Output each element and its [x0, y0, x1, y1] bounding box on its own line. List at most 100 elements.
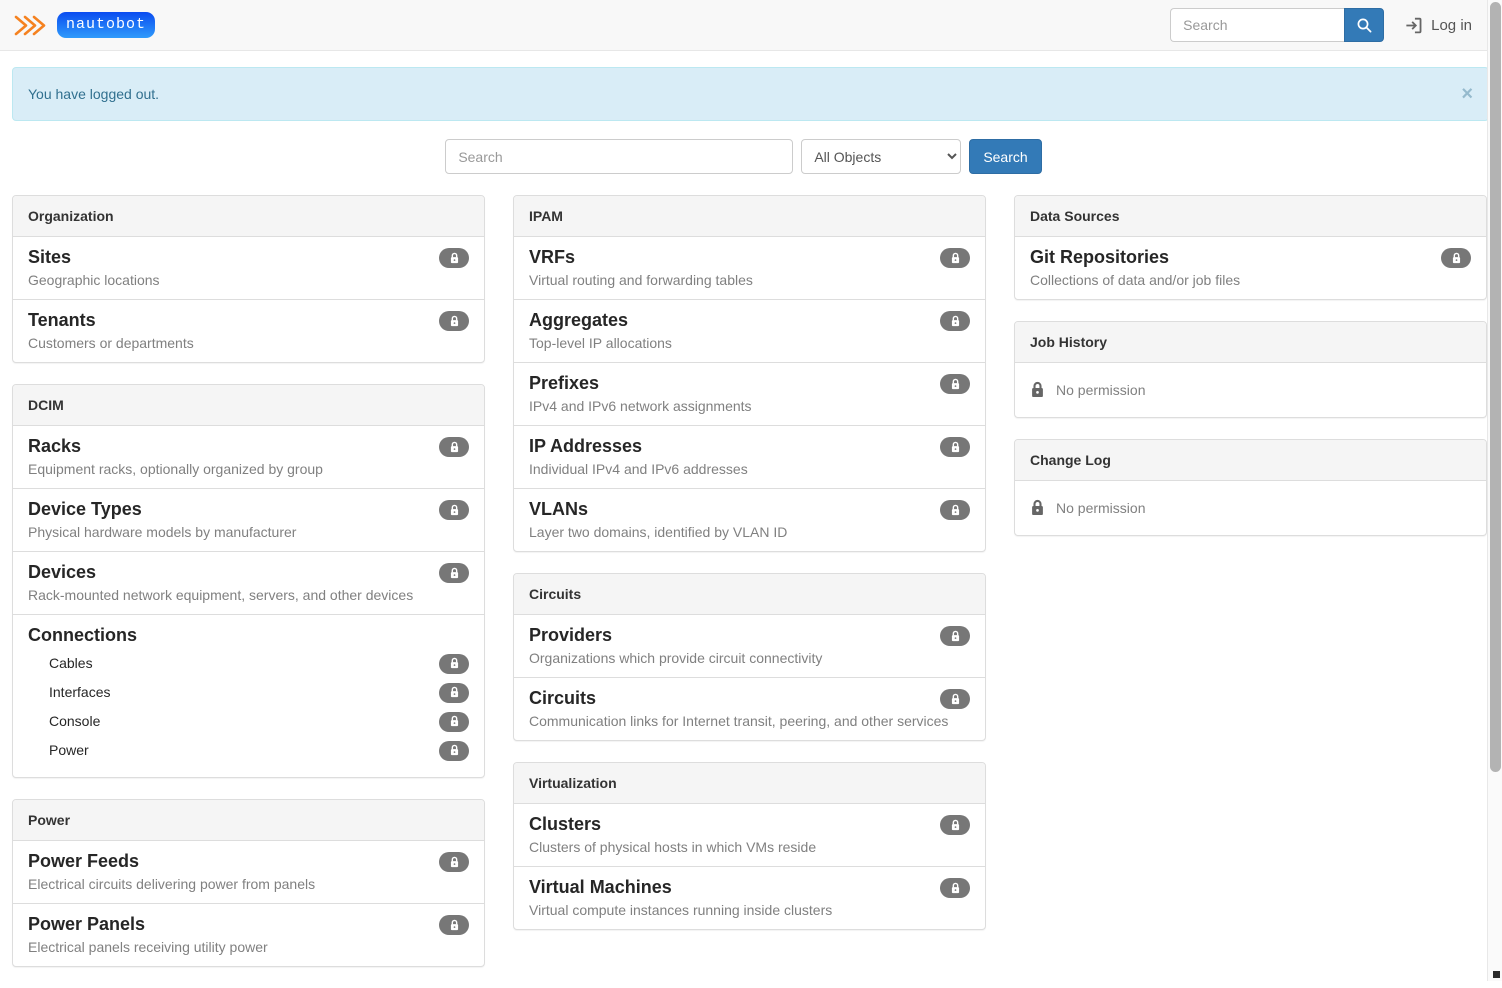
- navbar-search-input[interactable]: [1170, 8, 1344, 42]
- lock-badge-icon: [940, 374, 970, 394]
- panel-virtualization: VirtualizationClustersClusters of physic…: [513, 762, 986, 930]
- lock-badge-icon: [439, 683, 469, 703]
- item-subtitle: IPv4 and IPv6 network assignments: [529, 397, 970, 416]
- item-title: Power Feeds: [28, 850, 469, 873]
- navbar-search-button[interactable]: [1344, 8, 1384, 42]
- item-title: Devices: [28, 561, 469, 584]
- item-subtitle: Geographic locations: [28, 271, 469, 290]
- alert-close-icon[interactable]: ×: [1461, 87, 1473, 101]
- item-subtitle: Rack-mounted network equipment, servers,…: [28, 586, 469, 605]
- panel-item: Sites Geographic locations: [13, 237, 484, 299]
- nautobot-logo[interactable]: nautobot: [14, 12, 155, 38]
- lock-badge-icon: [940, 437, 970, 457]
- item-title: Connections: [28, 624, 469, 647]
- panel-header: Job History: [1015, 322, 1486, 363]
- panel-item: Devices Rack-mounted network equipment, s…: [13, 551, 484, 614]
- item-title: IP Addresses: [529, 435, 970, 458]
- group-link-label: Console: [49, 711, 100, 732]
- group-link-row: Console: [28, 707, 469, 736]
- item-title: Prefixes: [529, 372, 970, 395]
- search-button[interactable]: Search: [969, 139, 1041, 174]
- lock-badge-icon: [439, 563, 469, 583]
- lock-badge-icon: [439, 654, 469, 674]
- panel-body: No permission: [1015, 481, 1486, 535]
- panel-circuits: CircuitsProvidersOrganizations which pro…: [513, 573, 986, 741]
- panel-organization: OrganizationSitesGeographic locationsTen…: [12, 195, 485, 363]
- group-links: Cables Interfaces Console Power: [28, 649, 469, 765]
- panel-ipam: IPAMVRFsVirtual routing and forwarding t…: [513, 195, 986, 552]
- item-title: Aggregates: [529, 309, 970, 332]
- item-title: VLANs: [529, 498, 970, 521]
- lock-badge-icon: [439, 741, 469, 761]
- panel-body: ProvidersOrganizations which provide cir…: [514, 615, 985, 740]
- item-subtitle: Electrical panels receiving utility powe…: [28, 938, 469, 957]
- lock-badge-icon: [940, 689, 970, 709]
- panel-dcim: DCIM Racks Equipment racks, optionally org…: [12, 384, 485, 778]
- lock-badge-icon: [940, 626, 970, 646]
- panel-item: Git RepositoriesCollections of data and/…: [1015, 237, 1486, 299]
- item-subtitle: Customers or departments: [28, 334, 469, 353]
- lock-badge-icon: [439, 852, 469, 872]
- login-link[interactable]: Log in: [1404, 16, 1472, 35]
- logo-wordmark: nautobot: [57, 12, 155, 38]
- lock-badge-icon: [439, 311, 469, 331]
- panel-item: Power Feeds Electrical circuits deliverin…: [13, 841, 484, 903]
- panel-body: ClustersClusters of physical hosts in wh…: [514, 804, 985, 929]
- panel-body: VRFsVirtual routing and forwarding table…: [514, 237, 985, 551]
- no-permission-label: No permission: [1056, 379, 1145, 401]
- search-scope-select[interactable]: All Objects: [801, 139, 961, 174]
- item-title: Power Panels: [28, 913, 469, 936]
- item-title: Git Repositories: [1030, 246, 1471, 269]
- group-link-row: Power: [28, 736, 469, 765]
- lock-badge-icon: [940, 248, 970, 268]
- panel-item: Racks Equipment racks, optionally organiz…: [13, 426, 484, 488]
- lock-badge-icon: [940, 878, 970, 898]
- item-title: Racks: [28, 435, 469, 458]
- navbar-search: [1170, 8, 1384, 42]
- logo-chevrons-icon: [14, 14, 50, 37]
- panel-body: No permission: [1015, 363, 1486, 417]
- panel-item: CircuitsCommunication links for Internet…: [514, 677, 985, 740]
- scrollbar-thumb[interactable]: [1490, 2, 1501, 772]
- group-link-row: Cables: [28, 649, 469, 678]
- panel-header: DCIM: [13, 385, 484, 426]
- panel-item: VLANsLayer two domains, identified by VL…: [514, 488, 985, 551]
- panel-item: Prefixes IPv4 and IPv6 network assignment…: [514, 362, 985, 425]
- panel-item: AggregatesTop-level IP allocations: [514, 299, 985, 362]
- lock-badge-icon: [1441, 248, 1471, 268]
- panel-item: ProvidersOrganizations which provide cir…: [514, 615, 985, 677]
- group-link-label: Interfaces: [49, 682, 110, 703]
- lock-badge-icon: [439, 437, 469, 457]
- panel-power: PowerPower FeedsElectrical circuits deli…: [12, 799, 485, 967]
- panel-item: IP AddressesIndividual IPv4 and IPv6 add…: [514, 425, 985, 488]
- item-subtitle: Electrical circuits delivering power fro…: [28, 875, 469, 894]
- item-subtitle: Equipment racks, optionally organized by…: [28, 460, 469, 479]
- lock-icon: [1030, 499, 1045, 517]
- alert-message: You have logged out.: [28, 86, 159, 102]
- panel-header: Circuits: [514, 574, 985, 615]
- logout-alert: You have logged out. ×: [12, 67, 1489, 121]
- panel-columns: OrganizationSitesGeographic locationsTen…: [12, 195, 1487, 988]
- group-link-row: Interfaces: [28, 678, 469, 707]
- panel-data-sources: Data SourcesGit RepositoriesCollections …: [1014, 195, 1487, 300]
- login-icon: [1404, 16, 1423, 35]
- item-title: Providers: [529, 624, 970, 647]
- no-permission-row: No permission: [1015, 481, 1486, 535]
- panel-item: TenantsCustomers or departments: [13, 299, 484, 362]
- panel-body: Sites Geographic locations TenantsCustomer…: [13, 237, 484, 362]
- lock-badge-icon: [439, 500, 469, 520]
- panel-item: Device TypesPhysical hardware models by …: [13, 488, 484, 551]
- group-link-label: Power: [49, 740, 89, 761]
- panel-item: VRFsVirtual routing and forwarding table…: [514, 237, 985, 299]
- search-icon: [1356, 17, 1373, 34]
- lock-badge-icon: [439, 248, 469, 268]
- panel-column: Data SourcesGit RepositoriesCollections …: [1014, 195, 1487, 557]
- global-search-input[interactable]: [445, 139, 793, 174]
- panel-change-log: Change LogNo permission: [1014, 439, 1487, 536]
- item-title: Sites: [28, 246, 469, 269]
- panel-column: OrganizationSitesGeographic locationsTen…: [12, 195, 485, 988]
- panel-item-group: ConnectionsCables Interfaces Console Power: [13, 614, 484, 777]
- scrollbar-track[interactable]: [1487, 0, 1502, 981]
- panel-header: Data Sources: [1015, 196, 1486, 237]
- panel-body: Power Feeds Electrical circuits deliverin…: [13, 841, 484, 966]
